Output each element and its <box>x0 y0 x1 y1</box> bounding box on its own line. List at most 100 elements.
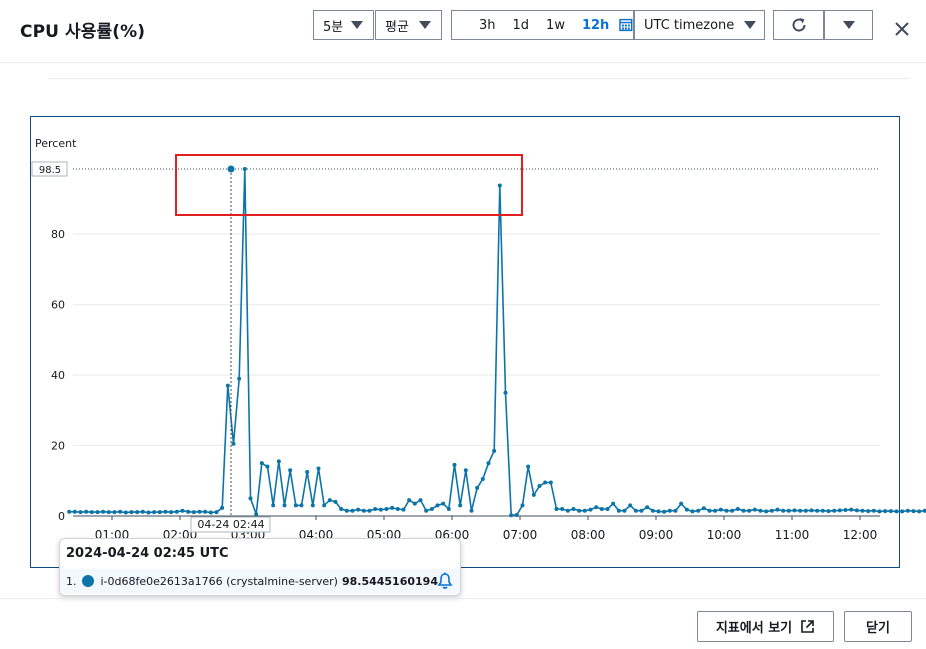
data-point <box>656 509 661 514</box>
data-point <box>395 506 400 511</box>
data-point <box>418 498 423 503</box>
data-point <box>197 509 202 514</box>
data-point <box>429 506 434 511</box>
tooltip-series-row: 1. i-0d68fe0e2613a1766 (crystalmine-serv… <box>60 569 460 593</box>
data-point <box>588 507 593 512</box>
data-point <box>469 508 474 513</box>
data-point <box>667 508 672 513</box>
data-point <box>724 508 729 513</box>
data-point <box>435 503 440 508</box>
data-point <box>883 509 888 514</box>
data-point <box>860 508 865 513</box>
x-tick-label: 07:00 <box>503 528 538 542</box>
x-tick-label: 09:00 <box>639 528 674 542</box>
external-link-icon <box>801 620 814 633</box>
data-point <box>463 468 468 473</box>
data-point <box>310 503 315 508</box>
data-point <box>741 508 746 513</box>
data-point <box>208 510 213 515</box>
data-point <box>520 503 525 508</box>
close-button-label: 닫기 <box>866 621 890 636</box>
data-point <box>157 510 162 515</box>
data-point <box>599 506 604 511</box>
data-point <box>203 509 208 514</box>
data-point <box>367 508 372 513</box>
data-point <box>526 464 531 469</box>
data-point <box>373 506 378 511</box>
data-point <box>792 508 797 513</box>
data-point <box>78 510 83 515</box>
data-point <box>378 507 383 512</box>
data-point <box>305 469 310 474</box>
data-point <box>690 509 695 514</box>
data-point <box>84 509 89 514</box>
cursor-time-label: 04-24 02:44 <box>197 518 264 531</box>
data-point <box>701 506 706 511</box>
data-point <box>248 496 253 501</box>
data-point <box>514 512 519 517</box>
data-point <box>446 506 451 511</box>
y-tick-label: 40 <box>51 369 65 382</box>
data-point <box>633 508 638 513</box>
data-point <box>894 509 899 514</box>
data-point <box>163 509 168 514</box>
data-point <box>186 509 191 514</box>
data-point <box>735 506 740 511</box>
alarm-bell-icon[interactable] <box>437 572 453 590</box>
view-in-metrics-button[interactable]: 지표에서 보기 <box>697 611 834 642</box>
data-point <box>350 508 355 513</box>
data-point <box>458 503 463 508</box>
data-point <box>140 509 145 514</box>
data-point <box>775 507 780 512</box>
data-point <box>645 505 650 510</box>
data-point <box>786 508 791 513</box>
data-point <box>146 510 151 515</box>
data-point <box>322 503 327 508</box>
data-point <box>214 510 219 515</box>
data-point <box>758 508 763 513</box>
data-point <box>344 508 349 513</box>
data-point <box>101 509 106 514</box>
close-button[interactable]: 닫기 <box>844 611 912 642</box>
highlight-box <box>175 154 523 216</box>
series-color-swatch <box>81 575 94 587</box>
data-point <box>407 498 412 503</box>
data-point <box>809 508 814 513</box>
data-point <box>673 508 678 513</box>
data-point <box>764 509 769 514</box>
data-point <box>769 508 774 513</box>
data-point <box>237 376 242 381</box>
data-point <box>174 509 179 514</box>
cpu-line-chart: Percent02040608098.501:00 02:00 03:00 04:00… <box>31 137 926 542</box>
data-point <box>480 477 485 482</box>
y-tick-label: 60 <box>51 299 65 312</box>
data-point <box>543 480 548 485</box>
data-point <box>911 509 916 514</box>
data-point <box>89 510 94 515</box>
data-point <box>259 461 264 466</box>
data-point <box>752 507 757 512</box>
data-point <box>129 510 134 515</box>
data-point <box>265 464 270 469</box>
data-point <box>316 466 321 471</box>
data-point <box>191 510 196 515</box>
data-point <box>781 508 786 513</box>
series-line <box>69 168 926 517</box>
x-tick-label: 10:00 <box>707 528 742 542</box>
data-point <box>271 503 276 508</box>
tooltip-value: 98.5445160194 <box>341 574 438 588</box>
data-point <box>650 508 655 513</box>
data-point <box>888 509 893 514</box>
data-point <box>112 510 117 515</box>
data-point <box>605 506 610 511</box>
y-tick-label: 80 <box>51 228 65 241</box>
data-point <box>486 461 491 466</box>
data-point <box>900 509 905 514</box>
data-point <box>503 390 508 395</box>
data-point <box>220 505 225 510</box>
data-point <box>582 508 587 513</box>
data-point <box>412 501 417 506</box>
footer-divider <box>0 598 926 599</box>
data-point <box>730 508 735 513</box>
data-point <box>616 508 621 513</box>
